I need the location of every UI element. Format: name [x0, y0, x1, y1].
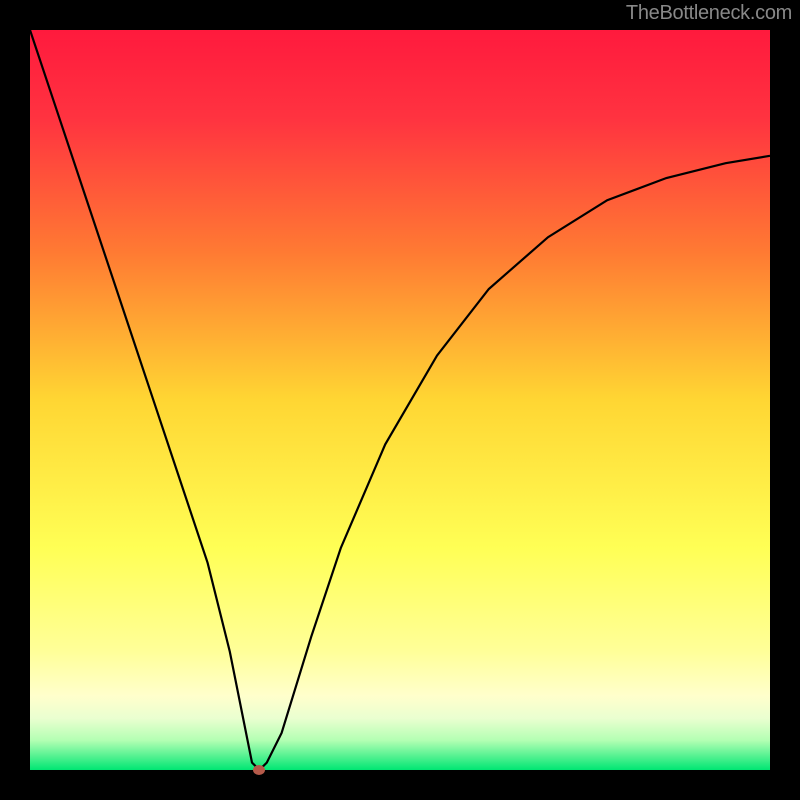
chart-frame: [30, 30, 770, 770]
minimum-marker: [253, 765, 265, 775]
watermark-text: TheBottleneck.com: [626, 2, 792, 25]
bottleneck-curve: [30, 30, 770, 770]
